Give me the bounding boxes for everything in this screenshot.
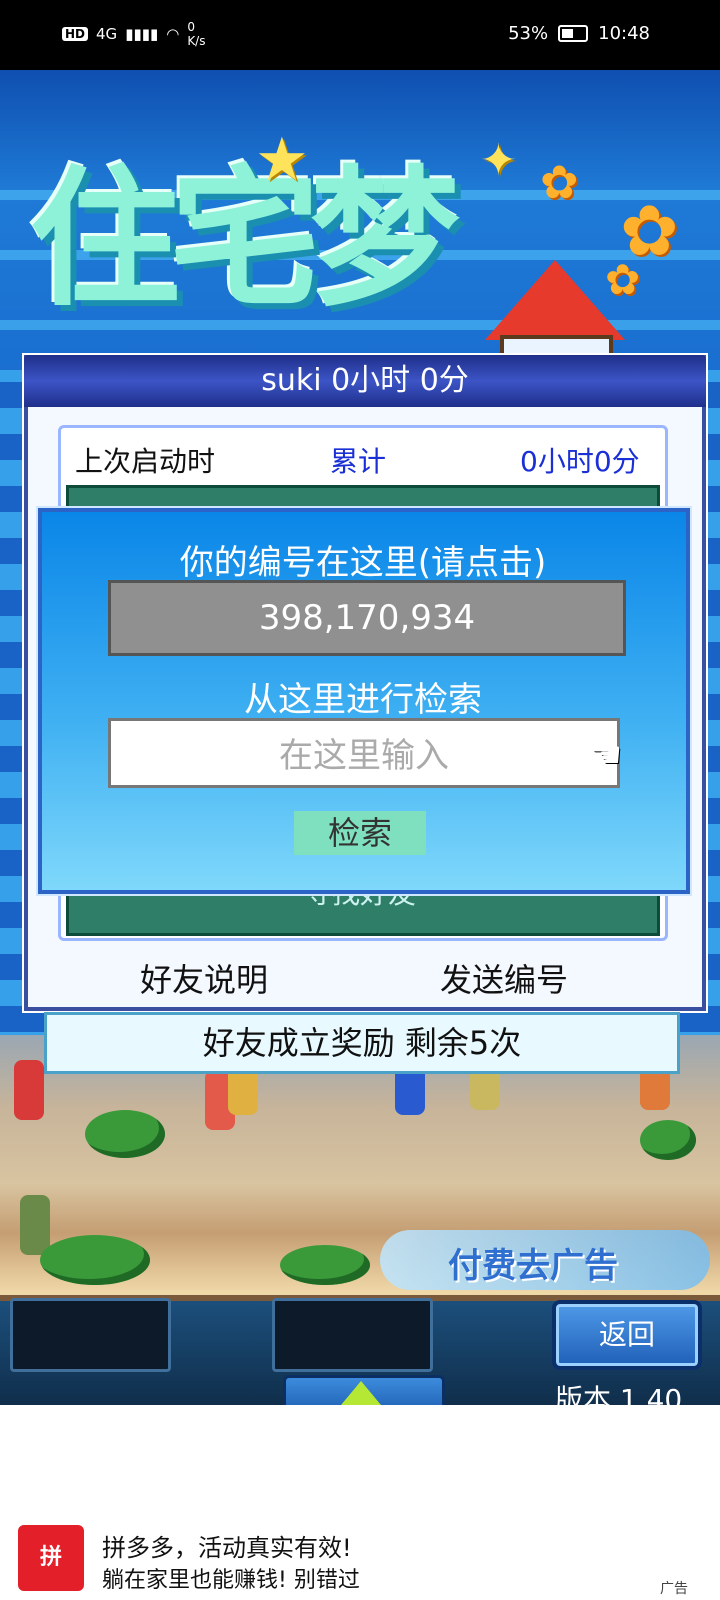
search-input[interactable]: 在这里输入 bbox=[108, 718, 620, 788]
send-id-button[interactable]: 发送编号 bbox=[440, 955, 568, 1001]
ad-tag: 广告 bbox=[660, 1581, 688, 1597]
clock: 10:48 bbox=[598, 23, 650, 44]
net-speed-value: 0 bbox=[187, 20, 195, 34]
ad-text-line1[interactable]: 拼多多，活动真实有效! bbox=[102, 1528, 352, 1563]
flower-icon: ✿ bbox=[540, 155, 579, 209]
friend-help-button[interactable]: 好友说明 bbox=[140, 955, 268, 1001]
net-speed: 0 K/s bbox=[187, 20, 205, 48]
remove-ads-button[interactable]: 付费去广告 bbox=[380, 1230, 710, 1290]
friend-reward-bar: 好友成立奖励 剩余5次 bbox=[44, 1012, 680, 1074]
resident-character bbox=[20, 1195, 50, 1255]
game-title-logo: 住宅梦 bbox=[30, 153, 460, 327]
empty-slot bbox=[272, 1298, 433, 1372]
signal-icon: ▮▮▮▮ bbox=[125, 25, 159, 43]
last-launch-label: 上次启动时 bbox=[75, 445, 216, 478]
pointing-hand-icon: ☚ bbox=[590, 735, 623, 776]
status-left: HD 4G ▮▮▮▮ ◠ 0 K/s bbox=[62, 20, 205, 48]
remove-ads-label: 付费去广告 bbox=[448, 1246, 618, 1286]
search-label: 从这里进行检索 bbox=[244, 680, 482, 720]
network-icon: 4G bbox=[96, 25, 118, 43]
battery-icon bbox=[558, 25, 589, 42]
battery-percent: 53% bbox=[508, 23, 549, 44]
house-roof-icon bbox=[485, 260, 625, 340]
status-bar: HD 4G ▮▮▮▮ ◠ 0 K/s 53% 10:48 bbox=[0, 0, 720, 70]
player-id-button[interactable]: 398,170,934 bbox=[108, 580, 626, 656]
cumulative-label: 累计 bbox=[330, 445, 387, 478]
hd-icon: HD bbox=[62, 27, 89, 41]
resident-character bbox=[14, 1060, 44, 1120]
net-speed-unit: K/s bbox=[187, 34, 206, 48]
back-button[interactable]: 返回 bbox=[552, 1300, 702, 1370]
search-button[interactable]: 检索 bbox=[294, 811, 426, 855]
empty-slot bbox=[10, 1298, 171, 1372]
pinduoduo-logo[interactable]: 拼 bbox=[18, 1525, 84, 1591]
friend-panel-header: suki 0小时 0分 bbox=[24, 355, 706, 407]
star-icon: ★ bbox=[255, 125, 309, 195]
bush bbox=[640, 1120, 696, 1160]
bush bbox=[40, 1235, 150, 1285]
dialog-title: 你的编号在这里(请点击) bbox=[179, 543, 547, 583]
cumulative-value: 0小时0分 bbox=[520, 445, 640, 478]
ad-text-line2[interactable]: 躺在家里也能赚钱! 别错过 bbox=[102, 1562, 360, 1594]
bush bbox=[280, 1245, 370, 1285]
status-right: 53% 10:48 bbox=[508, 23, 650, 44]
up-arrow-icon bbox=[341, 1381, 381, 1405]
bush bbox=[85, 1110, 165, 1158]
star-icon: ✦ bbox=[480, 135, 517, 186]
wifi-icon: ◠ bbox=[166, 25, 180, 43]
